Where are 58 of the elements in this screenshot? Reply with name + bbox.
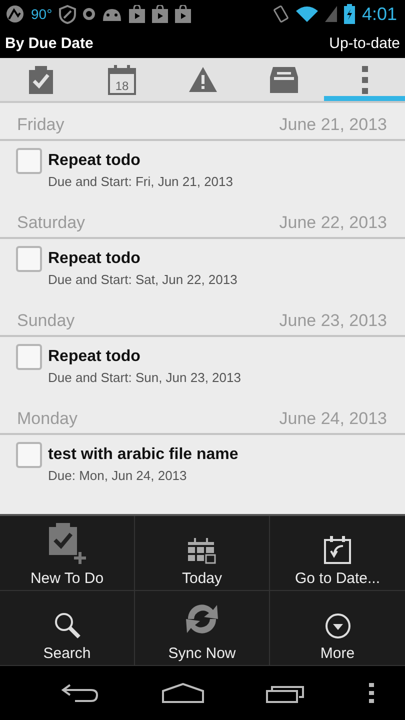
back-icon[interactable] xyxy=(61,683,100,703)
menu-item[interactable]: Today xyxy=(135,516,270,591)
more-icon xyxy=(324,613,350,639)
task-checkbox[interactable] xyxy=(16,344,42,370)
clipboard-check-icon xyxy=(28,66,54,94)
task-checkbox[interactable] xyxy=(16,148,42,174)
day-heading: Monday xyxy=(17,409,78,429)
task-checkbox[interactable] xyxy=(16,246,42,272)
store-bag-icon xyxy=(129,5,146,23)
day-heading: Sunday xyxy=(17,311,75,331)
calendar-icon xyxy=(188,538,216,564)
menu-item-label: More xyxy=(320,645,355,662)
inbox-tray-icon xyxy=(270,66,298,92)
store-bag-icon xyxy=(175,5,192,23)
task-title[interactable]: Repeat todo xyxy=(48,348,241,366)
overflow-menu-icon[interactable] xyxy=(368,683,374,703)
date-heading: June 24, 2013 xyxy=(279,409,387,429)
sync-status: Up-to-date xyxy=(329,34,400,52)
task-title[interactable]: test with arabic file name xyxy=(48,446,238,464)
globe-icon xyxy=(6,5,24,23)
screen-title: By Due Date xyxy=(5,34,94,52)
shield-icon xyxy=(59,4,76,24)
date-heading: June 22, 2013 xyxy=(279,213,387,233)
store-bag-icon xyxy=(152,5,168,23)
temperature: 90° xyxy=(31,6,52,22)
clock-time: 4:01 xyxy=(362,4,397,24)
task-title[interactable]: Repeat todo xyxy=(48,152,233,170)
date-heading: June 23, 2013 xyxy=(279,311,387,331)
tab[interactable]: 18 xyxy=(81,58,162,101)
task-due-date: Due and Start: Sat, Jun 22, 2013 xyxy=(48,272,238,287)
task-due-date: Due: Mon, Jun 24, 2013 xyxy=(48,468,188,483)
battery-icon xyxy=(344,4,355,24)
vibrate-icon xyxy=(272,5,289,23)
warning-icon xyxy=(188,67,216,92)
menu-item-label: New To Do xyxy=(30,570,104,587)
recent-apps-icon[interactable] xyxy=(266,683,306,703)
circle-icon xyxy=(83,8,96,20)
menu-item-label: Sync Now xyxy=(168,645,236,662)
wifi-icon xyxy=(296,6,318,22)
home-icon[interactable] xyxy=(162,683,204,703)
calendar-icon: 18 xyxy=(108,64,136,94)
day-heading: Friday xyxy=(17,115,64,135)
signal-icon xyxy=(324,6,337,22)
task-title[interactable]: Repeat todo xyxy=(48,250,238,268)
task-checkbox[interactable] xyxy=(16,442,42,468)
menu-item-label: Search xyxy=(43,645,91,662)
search-icon xyxy=(53,611,81,639)
menu-item-label: Go to Date... xyxy=(294,570,380,587)
task-due-date: Due and Start: Sun, Jun 23, 2013 xyxy=(48,370,241,385)
day-heading: Saturday xyxy=(17,213,86,233)
overflow-menu-icon xyxy=(362,66,368,94)
date-heading: June 21, 2013 xyxy=(279,115,387,135)
robot-icon xyxy=(102,7,122,21)
task-due-date: Due and Start: Fri, Jun 21, 2013 xyxy=(48,174,233,189)
menu-item[interactable]: Go to Date... xyxy=(270,516,405,591)
menu-item-label: Today xyxy=(182,570,222,587)
menu-item[interactable]: New To Do xyxy=(0,516,135,591)
new-task-icon xyxy=(47,522,87,564)
